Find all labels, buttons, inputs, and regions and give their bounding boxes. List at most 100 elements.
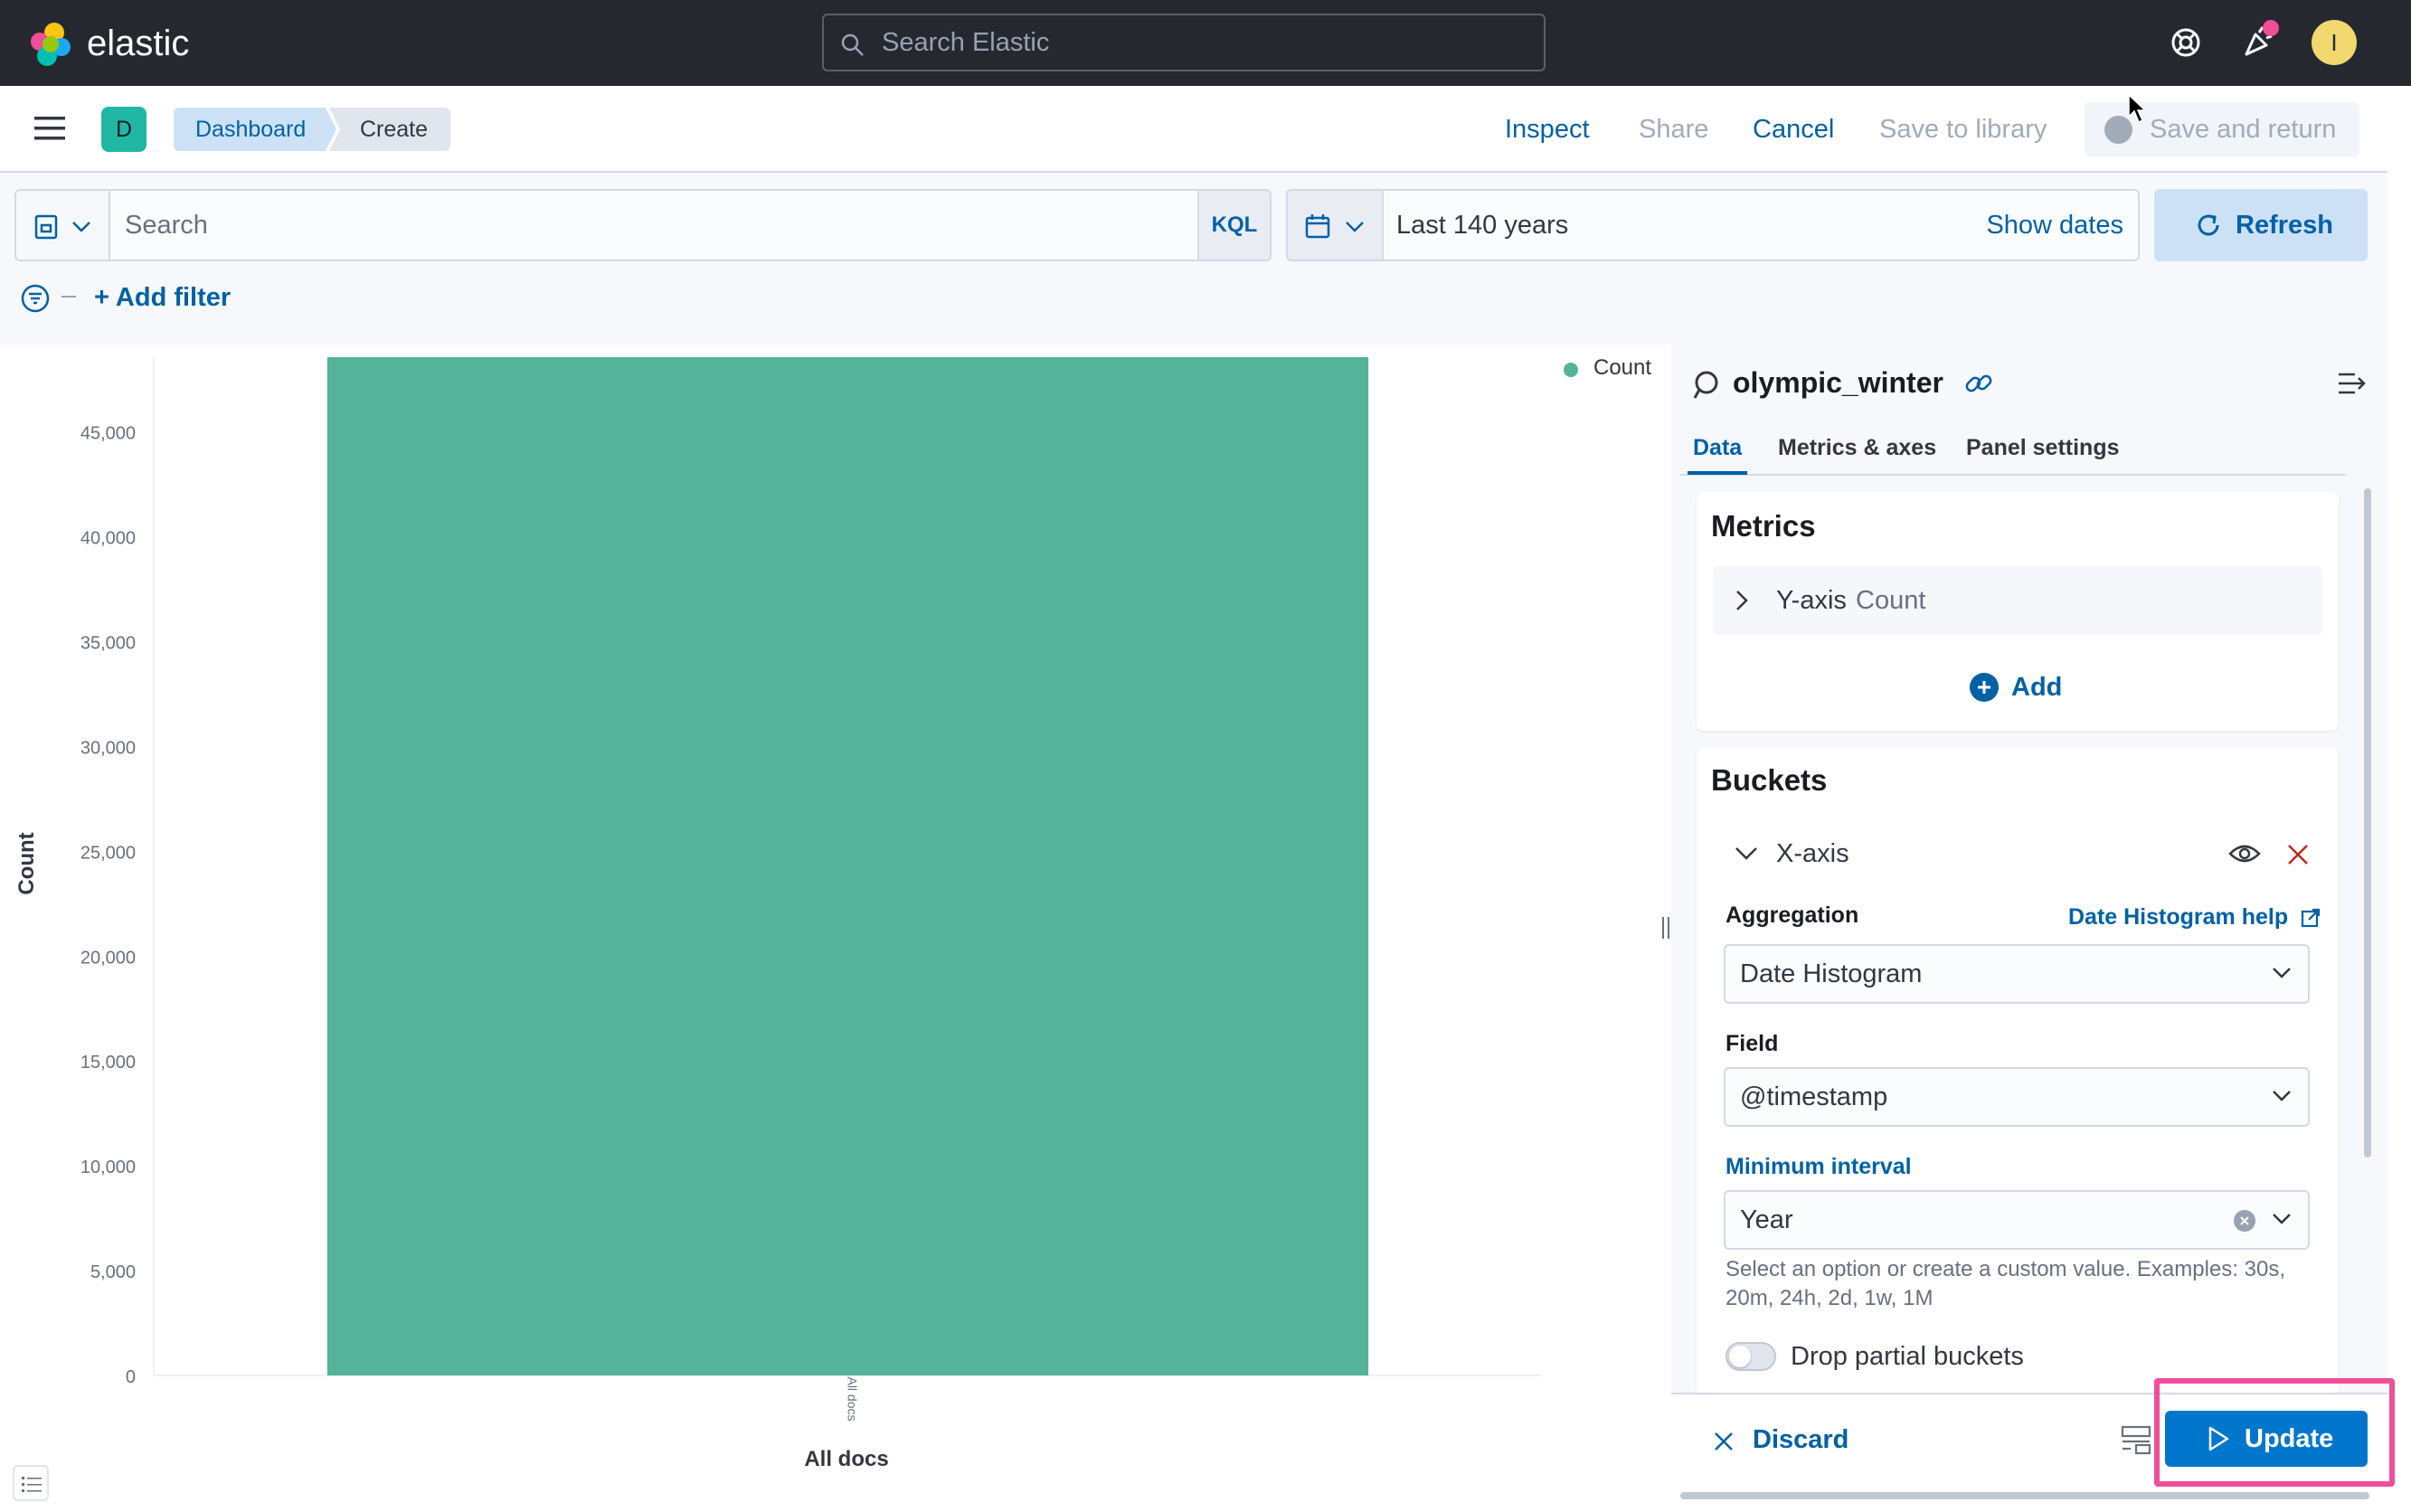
query-language-button[interactable]: KQL bbox=[1199, 189, 1272, 261]
query-search-input[interactable]: Search bbox=[109, 189, 1199, 261]
tabs-divider bbox=[1680, 474, 2346, 476]
cancel-button[interactable]: Cancel bbox=[1753, 108, 1834, 151]
y-tick-label: 45,000 bbox=[80, 424, 136, 444]
minimum-interval-combobox[interactable]: Year bbox=[1724, 1190, 2310, 1250]
breadcrumb-dashboard[interactable]: Dashboard bbox=[174, 108, 336, 151]
chevron-down-icon bbox=[72, 222, 90, 232]
index-pattern-title: olympic_winter bbox=[1733, 366, 1943, 399]
date-range-picker[interactable]: Last 140 years Show dates bbox=[1382, 189, 2140, 261]
user-avatar[interactable]: I bbox=[2312, 20, 2357, 65]
link-icon[interactable] bbox=[1962, 367, 1995, 400]
y-tick-label: 5,000 bbox=[90, 1262, 136, 1282]
sidebar-scrollbar[interactable] bbox=[2364, 488, 2371, 1158]
mouse-cursor-icon bbox=[2128, 93, 2147, 124]
drop-partial-buckets-toggle[interactable] bbox=[1726, 1342, 1776, 1371]
metric-axis-label: Y-axis bbox=[1776, 586, 1847, 615]
chevron-down-icon bbox=[2273, 1214, 2291, 1224]
bucket-row-x-axis[interactable]: X-axis bbox=[1713, 834, 2322, 874]
search-icon bbox=[841, 33, 864, 56]
brand-name: elastic bbox=[87, 24, 190, 63]
eye-icon[interactable] bbox=[2228, 841, 2261, 866]
drop-partial-buckets-label: Drop partial buckets bbox=[1791, 1342, 2024, 1371]
saved-query-button[interactable] bbox=[14, 189, 109, 261]
bucket-axis-label: X-axis bbox=[1776, 839, 1849, 868]
collapse-sidebar-icon[interactable] bbox=[2337, 371, 2368, 396]
legend-item-count[interactable]: Count bbox=[1593, 354, 1651, 382]
refresh-label: Refresh bbox=[2236, 211, 2333, 240]
date-histogram-help-link[interactable]: Date Histogram help bbox=[2068, 904, 2321, 931]
add-filter-button[interactable]: + Add filter bbox=[94, 278, 231, 317]
show-dates-button[interactable]: Show dates bbox=[1986, 191, 2123, 260]
refresh-button[interactable]: Refresh bbox=[2154, 189, 2368, 261]
filter-divider bbox=[61, 296, 76, 298]
active-tab-indicator bbox=[1688, 471, 1747, 475]
bar-chart: 0 5,000 10,000 15,000 20,000 25,000 30,000 35,0… bbox=[80, 357, 1542, 1422]
metric-aggregation-label: Count bbox=[1856, 586, 1926, 615]
saved-query-icon bbox=[34, 214, 58, 240]
field-select[interactable]: @timestamp bbox=[1724, 1067, 2310, 1127]
share-button[interactable]: Share bbox=[1639, 108, 1708, 151]
save-to-library-button[interactable]: Save to library bbox=[1879, 108, 2047, 151]
list-icon bbox=[22, 1477, 42, 1492]
date-range-value: Last 140 years bbox=[1396, 211, 1569, 240]
query-search-placeholder: Search bbox=[125, 211, 208, 240]
clear-icon[interactable] bbox=[2234, 1210, 2255, 1232]
auto-apply-icon[interactable] bbox=[2120, 1423, 2152, 1456]
tab-metrics-axes[interactable]: Metrics & axes bbox=[1778, 432, 1936, 463]
minimum-interval-label: Minimum interval bbox=[1726, 1154, 1912, 1179]
search-icon bbox=[1693, 371, 1718, 399]
save-and-return-button[interactable]: Save and return bbox=[2085, 102, 2359, 156]
y-tick-label: 40,000 bbox=[80, 529, 136, 549]
field-label: Field bbox=[1726, 1031, 1779, 1056]
y-axis-title: Count bbox=[14, 832, 39, 895]
query-bar: Search KQL Last 140 years Show dates Ref… bbox=[0, 173, 2387, 345]
legend-toggle-button[interactable] bbox=[13, 1465, 49, 1501]
filter-menu-icon[interactable] bbox=[20, 283, 51, 314]
y-tick-label: 35,000 bbox=[80, 634, 136, 654]
y-tick-label: 15,000 bbox=[80, 1053, 136, 1073]
space-avatar[interactable]: D bbox=[101, 107, 147, 152]
play-icon bbox=[2208, 1426, 2229, 1451]
update-label: Update bbox=[2245, 1424, 2334, 1453]
inspect-button[interactable]: Inspect bbox=[1505, 108, 1590, 151]
chevron-down-icon bbox=[2273, 968, 2291, 978]
update-button[interactable]: Update bbox=[2165, 1411, 2368, 1467]
chevron-down-icon bbox=[2273, 1091, 2291, 1101]
global-header: elastic Search Elastic I bbox=[0, 0, 2411, 86]
global-search-placeholder: Search Elastic bbox=[882, 28, 1050, 57]
add-metric-label: Add bbox=[2011, 673, 2063, 702]
y-tick-label: 30,000 bbox=[80, 738, 136, 758]
y-tick-label: 20,000 bbox=[80, 948, 136, 968]
x-axis-title: All docs bbox=[804, 1447, 889, 1471]
bar[interactable] bbox=[326, 357, 1369, 1375]
refresh-icon bbox=[2198, 214, 2219, 236]
metric-row-y-axis[interactable]: Y-axis Count bbox=[1713, 566, 2322, 635]
sidebar-horizontal-scrollbar[interactable] bbox=[1680, 1492, 2369, 1499]
quick-date-menu-button[interactable] bbox=[1286, 189, 1382, 261]
aggregation-label: Aggregation bbox=[1726, 902, 1859, 928]
save-and-return-label: Save and return bbox=[2150, 115, 2337, 144]
tab-data[interactable]: Data bbox=[1693, 432, 1742, 463]
plus-circle-icon bbox=[1970, 673, 1999, 702]
legend-color-swatch[interactable] bbox=[1564, 363, 1578, 377]
chevron-down-icon bbox=[1346, 222, 1364, 232]
toggle-knob bbox=[1729, 1346, 1751, 1367]
remove-bucket-icon[interactable] bbox=[2286, 843, 2310, 866]
calendar-icon bbox=[1305, 214, 1330, 239]
date-histogram-help-label: Date Histogram help bbox=[2068, 904, 2289, 930]
global-search-input[interactable]: Search Elastic bbox=[822, 14, 1546, 71]
discard-label: Discard bbox=[1753, 1425, 1849, 1454]
y-tick-label: 25,000 bbox=[80, 843, 136, 863]
tab-panel-settings[interactable]: Panel settings bbox=[1966, 432, 2120, 463]
aggregation-select[interactable]: Date Histogram bbox=[1724, 944, 2310, 1004]
panel-resize-handle[interactable] bbox=[1662, 917, 1669, 939]
minimum-interval-help-text: Select an option or create a custom valu… bbox=[1726, 1257, 2285, 1310]
field-value: @timestamp bbox=[1740, 1082, 1888, 1111]
y-tick-label: 0 bbox=[126, 1367, 136, 1387]
external-link-icon bbox=[2301, 909, 2321, 928]
elastic-logo[interactable] bbox=[27, 20, 74, 67]
x-tick-label: All docs bbox=[846, 1376, 860, 1421]
menu-icon[interactable] bbox=[33, 115, 67, 142]
help-icon[interactable] bbox=[2165, 22, 2207, 63]
chevron-right-icon bbox=[1736, 591, 1748, 610]
